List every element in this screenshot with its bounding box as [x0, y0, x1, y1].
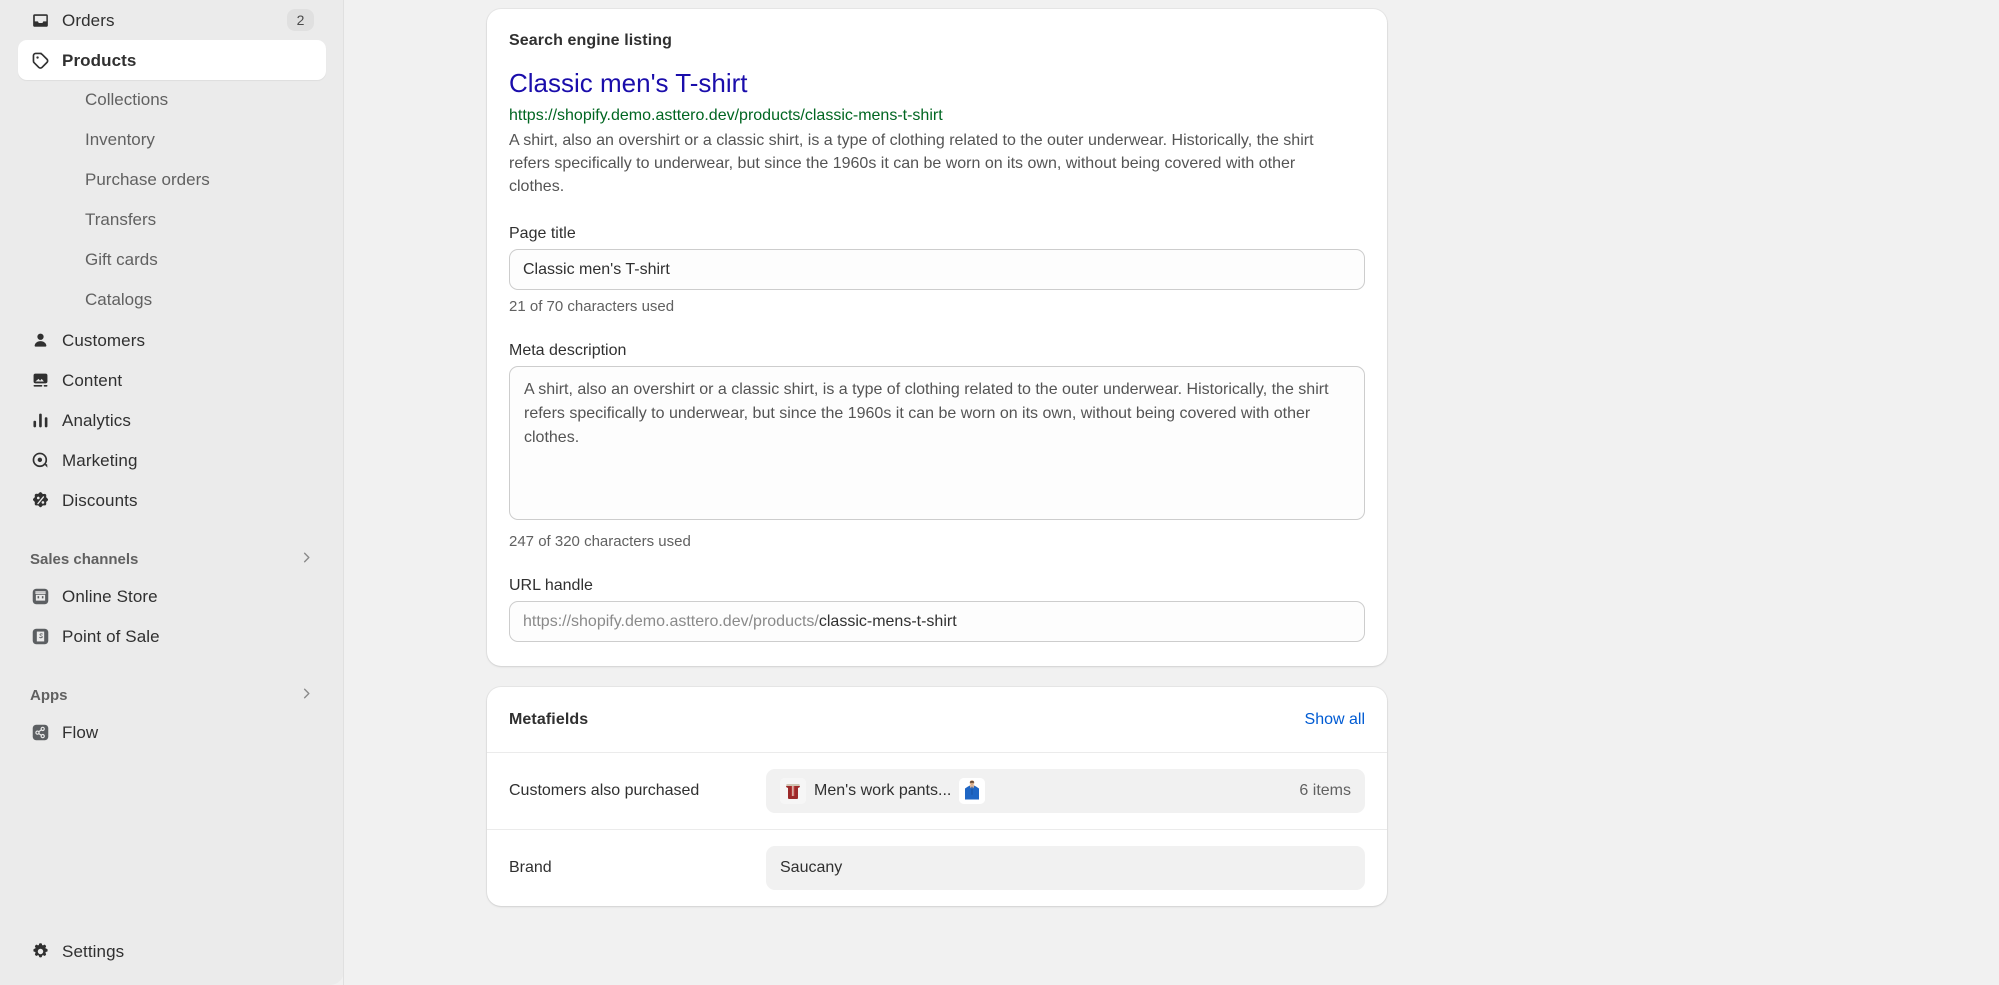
- flow-icon: [30, 722, 51, 743]
- red-pants-thumb: [780, 778, 806, 805]
- sidebar-item-label: Point of Sale: [62, 626, 160, 646]
- tag-icon: [30, 50, 51, 71]
- meta-description-textarea[interactable]: [509, 366, 1365, 521]
- sidebar-item-label: Customers: [62, 330, 146, 350]
- sidebar-item-online-store[interactable]: Online Store: [18, 576, 326, 616]
- marketing-icon: [30, 450, 51, 471]
- page-title-input[interactable]: [509, 249, 1365, 291]
- online-store-icon: [30, 586, 51, 607]
- metafield-row: Brand Saucany: [487, 830, 1387, 906]
- sidebar-item-customers[interactable]: Customers: [18, 320, 326, 360]
- page-title-label: Page title: [509, 225, 576, 243]
- discount-icon: [30, 490, 51, 511]
- main-content: Search engine listing Classic men's T-sh…: [344, 0, 1999, 985]
- metafields-header: Metafields Show all: [487, 687, 1387, 754]
- chevron-right-icon: [299, 550, 314, 569]
- page-title-field-block: Page title 21 of 70 characters used: [509, 225, 1365, 315]
- sidebar-item-orders[interactable]: Orders 2: [18, 0, 326, 40]
- sidebar-item-analytics[interactable]: Analytics: [18, 400, 326, 440]
- metafields-card: Metafields Show all Customers also purch…: [487, 687, 1387, 907]
- sidebar-item-discounts[interactable]: Discounts: [18, 480, 326, 520]
- metafield-value-label: Men's work pants...: [814, 782, 952, 800]
- url-handle-value: classic-mens-t-shirt: [818, 612, 957, 630]
- url-handle-prefix: https://shopify.demo.asttero.dev/product…: [523, 612, 819, 630]
- sidebar-item-label: Flow: [62, 722, 99, 742]
- sidebar-item-marketing[interactable]: Marketing: [18, 440, 326, 480]
- sidebar-item-flow[interactable]: Flow: [18, 712, 326, 752]
- person-icon: [30, 330, 51, 351]
- meta-description-field-block: Meta description 247 of 320 characters u…: [509, 342, 1365, 550]
- sidebar-section-label: Sales channels: [30, 550, 139, 568]
- url-handle-field-block: URL handle https://shopify.demo.asttero.…: [509, 577, 1365, 643]
- metafield-key: Customers also purchased: [509, 782, 700, 800]
- sidebar-item-point-of-sale[interactable]: Point of Sale: [18, 616, 326, 656]
- sidebar-subitem-label: Catalogs: [85, 290, 153, 309]
- metafield-row: Customers also purchased Men's work pant…: [487, 753, 1387, 831]
- sidebar-item-inventory[interactable]: Inventory: [18, 120, 326, 160]
- meta-description-label: Meta description: [509, 342, 627, 360]
- sidebar-item-label: Analytics: [62, 410, 131, 430]
- metafield-value-customers-also-purchased[interactable]: Men's work pants... 6 items: [766, 769, 1365, 814]
- sidebar-item-label: Settings: [62, 941, 125, 961]
- page-title-counter: 21 of 70 characters used: [509, 298, 675, 316]
- search-engine-listing-card: Search engine listing Classic men's T-sh…: [487, 9, 1387, 667]
- product-chip-group: Men's work pants...: [780, 778, 986, 805]
- sidebar-subitem-label: Collections: [85, 90, 169, 109]
- gear-icon: [30, 941, 51, 962]
- sidebar-item-label: Discounts: [62, 490, 138, 510]
- point-of-sale-icon: [30, 626, 51, 647]
- chevron-right-icon: [299, 686, 314, 705]
- preview-title-link[interactable]: Classic men's T-shirt: [509, 68, 1365, 99]
- sidebar-subitem-label: Transfers: [85, 210, 157, 229]
- sidebar-item-label: Marketing: [62, 450, 138, 470]
- metafield-key: Brand: [509, 859, 552, 877]
- sidebar: Orders 2 Products Collections Inventory …: [0, 0, 344, 985]
- url-handle-label: URL handle: [509, 577, 593, 595]
- sidebar-item-gift-cards[interactable]: Gift cards: [18, 240, 326, 280]
- sidebar-subitem-label: Gift cards: [85, 250, 158, 269]
- show-all-link[interactable]: Show all: [1305, 711, 1365, 729]
- sidebar-item-label: Orders: [62, 10, 115, 30]
- sidebar-section-sales-channels[interactable]: Sales channels: [18, 542, 326, 576]
- sidebar-item-catalogs[interactable]: Catalogs: [18, 280, 326, 320]
- sidebar-item-label: Content: [62, 370, 123, 390]
- sidebar-item-products[interactable]: Products: [18, 40, 326, 80]
- sidebar-item-transfers[interactable]: Transfers: [18, 200, 326, 240]
- metafield-item-count: 6 items: [1299, 782, 1351, 800]
- metafield-value-label: Saucany: [780, 859, 843, 877]
- google-preview: Classic men's T-shirt https://shopify.de…: [509, 68, 1365, 198]
- sidebar-item-label: Online Store: [62, 586, 158, 606]
- sidebar-products-subnav: Collections Inventory Purchase orders Tr…: [18, 80, 326, 320]
- sidebar-subitem-label: Inventory: [85, 130, 155, 149]
- preview-description: A shirt, also an overshirt or a classic …: [509, 131, 1314, 196]
- sidebar-section-apps[interactable]: Apps: [18, 678, 326, 712]
- blue-hoodie-thumb: [959, 778, 986, 805]
- shopify-admin-window: Orders 2 Products Collections Inventory …: [0, 0, 1999, 985]
- sidebar-item-purchase-orders[interactable]: Purchase orders: [18, 160, 326, 200]
- content-icon: [30, 370, 51, 391]
- analytics-icon: [30, 410, 51, 431]
- sidebar-item-settings[interactable]: Settings: [18, 931, 326, 971]
- sidebar-item-content[interactable]: Content: [18, 360, 326, 400]
- meta-description-counter: 247 of 320 characters used: [509, 533, 691, 551]
- url-handle-input[interactable]: https://shopify.demo.asttero.dev/product…: [509, 601, 1365, 643]
- orders-icon: [30, 10, 51, 31]
- sidebar-section-label: Apps: [30, 686, 68, 704]
- sidebar-item-label: Products: [62, 50, 137, 70]
- metafields-title: Metafields: [509, 710, 589, 728]
- content-column: Search engine listing Classic men's T-sh…: [487, 0, 1387, 907]
- sidebar-subitem-label: Purchase orders: [85, 170, 210, 189]
- card-title: Search engine listing: [509, 32, 673, 49]
- sidebar-item-collections[interactable]: Collections: [18, 80, 326, 120]
- preview-url: https://shopify.demo.asttero.dev/product…: [509, 107, 943, 125]
- metafield-value-brand[interactable]: Saucany: [766, 846, 1365, 891]
- orders-badge: 2: [287, 9, 314, 31]
